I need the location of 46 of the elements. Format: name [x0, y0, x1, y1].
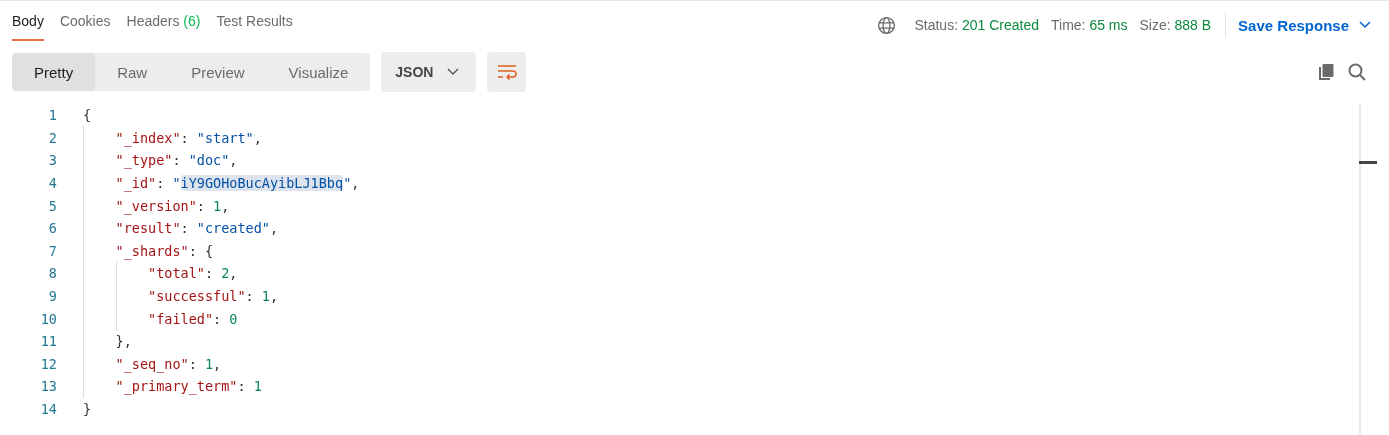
- response-stat: Status: 201 Created: [914, 17, 1039, 33]
- save-response-button[interactable]: Save Response: [1238, 14, 1371, 36]
- code-line: "_type": "doc",: [83, 152, 238, 169]
- view-mode-tab[interactable]: Visualize: [266, 53, 371, 91]
- response-tab[interactable]: Headers (6): [126, 13, 201, 41]
- response-stat: Size: 888 B: [1139, 17, 1212, 33]
- code-line: "successful": 1,: [83, 288, 279, 305]
- line-number: 14: [39, 401, 57, 417]
- code-line: {: [83, 107, 92, 124]
- view-mode-tab[interactable]: Raw: [95, 53, 170, 91]
- view-mode-tab[interactable]: Pretty: [12, 53, 96, 91]
- line-number: 5: [47, 197, 57, 214]
- code-line: "_version": 1,: [83, 197, 230, 214]
- scrollbar[interactable]: [1359, 104, 1375, 434]
- response-tab[interactable]: Cookies: [59, 13, 111, 41]
- code-line: "_index": "start",: [83, 129, 262, 146]
- code-line: "_primary_term": 1: [83, 378, 262, 395]
- response-tab[interactable]: Body: [12, 13, 44, 41]
- line-number: 8: [47, 265, 57, 282]
- code-line: "result": "created",: [83, 220, 279, 237]
- copy-icon[interactable]: [1316, 62, 1336, 82]
- line-number: 4: [47, 175, 57, 192]
- line-number: 11: [39, 333, 57, 350]
- globe-icon[interactable]: [877, 15, 897, 35]
- line-number: 3: [47, 152, 57, 169]
- line-number: 9: [47, 288, 57, 305]
- line-number: 10: [39, 310, 57, 327]
- wrap-lines-icon: [496, 64, 517, 80]
- caret-icon: [447, 68, 460, 76]
- code-line: "_seq_no": 1,: [83, 355, 222, 372]
- code-line: "_shards": {: [83, 242, 214, 259]
- line-number: 6: [47, 220, 57, 237]
- line-number: 13: [39, 378, 57, 395]
- wrap-lines-button[interactable]: [487, 52, 527, 92]
- code-line: }: [83, 401, 92, 417]
- line-number: 12: [39, 355, 57, 372]
- line-number: 7: [47, 242, 57, 259]
- search-icon[interactable]: [1347, 62, 1367, 82]
- caret-icon: [1359, 21, 1371, 29]
- line-number: 2: [47, 129, 57, 146]
- code-line: },: [83, 333, 132, 350]
- format-dropdown[interactable]: JSON: [381, 52, 477, 92]
- view-mode-tab[interactable]: Preview: [169, 53, 267, 91]
- response-stat: Time: 65 ms: [1051, 17, 1128, 33]
- response-tab[interactable]: Test Results: [216, 13, 293, 41]
- line-number: 1: [47, 107, 57, 124]
